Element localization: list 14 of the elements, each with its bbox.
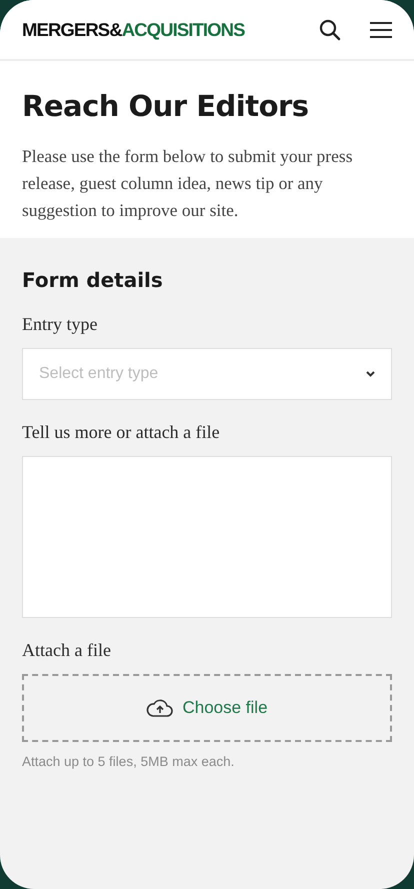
field-label: Tell us more or attach a file (22, 422, 221, 443)
field-label: Entry type (22, 314, 98, 335)
menu-icon[interactable] (370, 20, 392, 38)
choose-file-link[interactable]: Choose file (182, 698, 268, 718)
cloud-upload-icon (146, 698, 174, 718)
search-icon[interactable] (318, 18, 342, 42)
logo[interactable]: MERGERS&ACQUISITIONS (22, 18, 245, 40)
form-heading: Form details (22, 268, 164, 292)
field-label: Attach a file (22, 640, 112, 661)
page-title: Reach Our Editors (22, 89, 310, 123)
chevron-down-icon (366, 371, 375, 377)
file-drop-zone[interactable]: Choose file (22, 674, 392, 742)
file-hint: Attach up to 5 files, 5MB max each. (22, 754, 236, 769)
intro-paragraph: Please use the form below to submit your press release, guest column idea, news tip or any suggestion to improve our site. (22, 145, 354, 222)
